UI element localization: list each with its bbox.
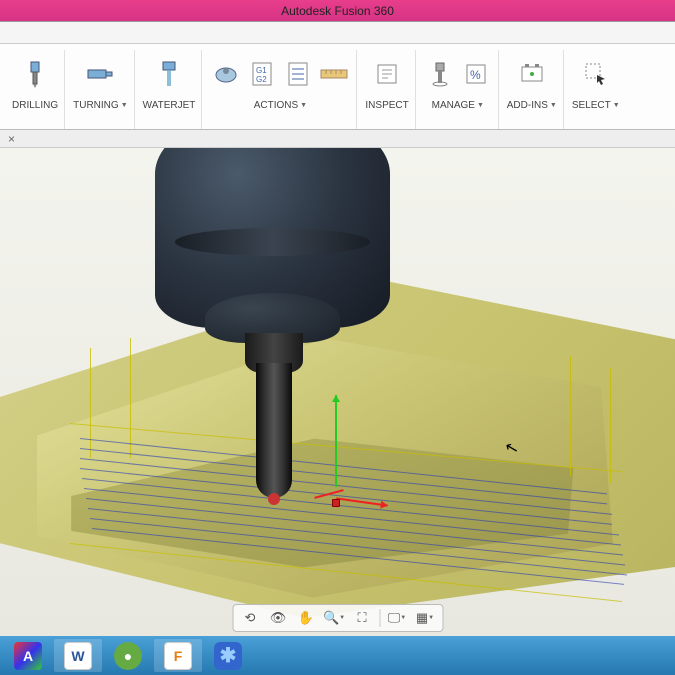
- ribbon-toolbar: DRILLING TURNING▼ WATERJET G1G2 ACTIONS▼…: [0, 44, 675, 130]
- separator: [379, 609, 380, 627]
- origin-icon: [332, 499, 340, 507]
- tool-assembly: [155, 148, 390, 448]
- manage-label: MANAGE: [432, 100, 475, 111]
- addins-icon[interactable]: [516, 58, 548, 90]
- chevron-down-icon: ▼: [613, 102, 620, 109]
- chevron-down-icon: ▼: [300, 102, 307, 109]
- tool-tip: [268, 493, 280, 505]
- chevron-down-icon: ▼: [339, 615, 345, 621]
- taskbar-app-green[interactable]: ●: [104, 639, 152, 672]
- generate-icon[interactable]: [210, 58, 242, 90]
- look-at-button[interactable]: 👁: [267, 607, 289, 629]
- grid-settings-button[interactable]: ▦▼: [414, 607, 436, 629]
- drilling-label: DRILLING: [12, 100, 58, 111]
- ribbon-group-waterjet[interactable]: WATERJET: [137, 50, 203, 129]
- orbit-button[interactable]: ⟲: [239, 607, 261, 629]
- close-tab-icon[interactable]: ×: [8, 132, 15, 146]
- turning-icon[interactable]: [84, 58, 116, 90]
- viewport-3d[interactable]: ↖ ⟲ 👁 ✋ 🔍▼ ⛶ 🖵▼ ▦▼: [0, 148, 675, 636]
- ribbon-group-select[interactable]: SELECT▼: [566, 50, 626, 129]
- setup-sheet-icon[interactable]: [282, 58, 314, 90]
- svg-text:G1: G1: [256, 66, 267, 75]
- chevron-down-icon: ▼: [121, 102, 128, 109]
- waterjet-icon[interactable]: [153, 58, 185, 90]
- addins-label: ADD-INS: [507, 100, 548, 111]
- select-label: SELECT: [572, 100, 611, 111]
- windows-taskbar[interactable]: A W ● F ✱: [0, 636, 675, 675]
- display-settings-button[interactable]: 🖵▼: [386, 607, 408, 629]
- svg-text:G2: G2: [256, 75, 267, 84]
- chevron-down-icon: ▼: [550, 102, 557, 109]
- holder-ring: [175, 228, 370, 256]
- taskbar-word[interactable]: W: [54, 639, 102, 672]
- document-tabstrip: ×: [0, 130, 675, 148]
- waterjet-label: WATERJET: [143, 100, 196, 111]
- ribbon-group-turning[interactable]: TURNING▼: [67, 50, 135, 129]
- ribbon-group-actions[interactable]: G1G2 ACTIONS▼: [204, 50, 357, 129]
- ruler-icon[interactable]: [318, 58, 350, 90]
- window-titlebar: Autodesk Fusion 360: [0, 0, 675, 22]
- endmill-tool: [256, 363, 292, 498]
- fit-button[interactable]: ⛶: [351, 607, 373, 629]
- cam-simulation-scene: ↖: [0, 148, 675, 636]
- inspect-icon[interactable]: [371, 58, 403, 90]
- actions-label: ACTIONS: [254, 100, 298, 111]
- pan-button[interactable]: ✋: [295, 607, 317, 629]
- ribbon-group-inspect[interactable]: INSPECT: [359, 50, 415, 129]
- ribbon-group-manage[interactable]: % MANAGE▼: [418, 50, 499, 129]
- percent-icon[interactable]: %: [460, 58, 492, 90]
- ribbon-group-drilling[interactable]: DRILLING: [6, 50, 65, 129]
- chevron-down-icon: ▼: [477, 102, 484, 109]
- chevron-down-icon: ▼: [400, 615, 406, 621]
- drilling-icon[interactable]: [19, 58, 51, 90]
- navigation-toolbar: ⟲ 👁 ✋ 🔍▼ ⛶ 🖵▼ ▦▼: [232, 604, 443, 632]
- app-title: Autodesk Fusion 360: [281, 4, 394, 18]
- gcode-icon[interactable]: G1G2: [246, 58, 278, 90]
- taskbar-meeting-app[interactable]: ✱: [204, 639, 252, 672]
- inspect-label: INSPECT: [365, 100, 408, 111]
- chevron-down-icon: ▼: [428, 615, 434, 621]
- wcs-triad[interactable]: [310, 483, 370, 543]
- taskbar-fusion[interactable]: F: [154, 639, 202, 672]
- taskbar-app-1[interactable]: A: [4, 639, 52, 672]
- tool-library-icon[interactable]: [424, 58, 456, 90]
- z-axis-icon: [335, 395, 337, 487]
- zoom-button[interactable]: 🔍▼: [323, 607, 345, 629]
- ribbon-group-addins[interactable]: ADD-INS▼: [501, 50, 564, 129]
- menubar: [0, 22, 675, 44]
- select-icon[interactable]: [580, 58, 612, 90]
- svg-text:%: %: [470, 68, 481, 82]
- turning-label: TURNING: [73, 100, 119, 111]
